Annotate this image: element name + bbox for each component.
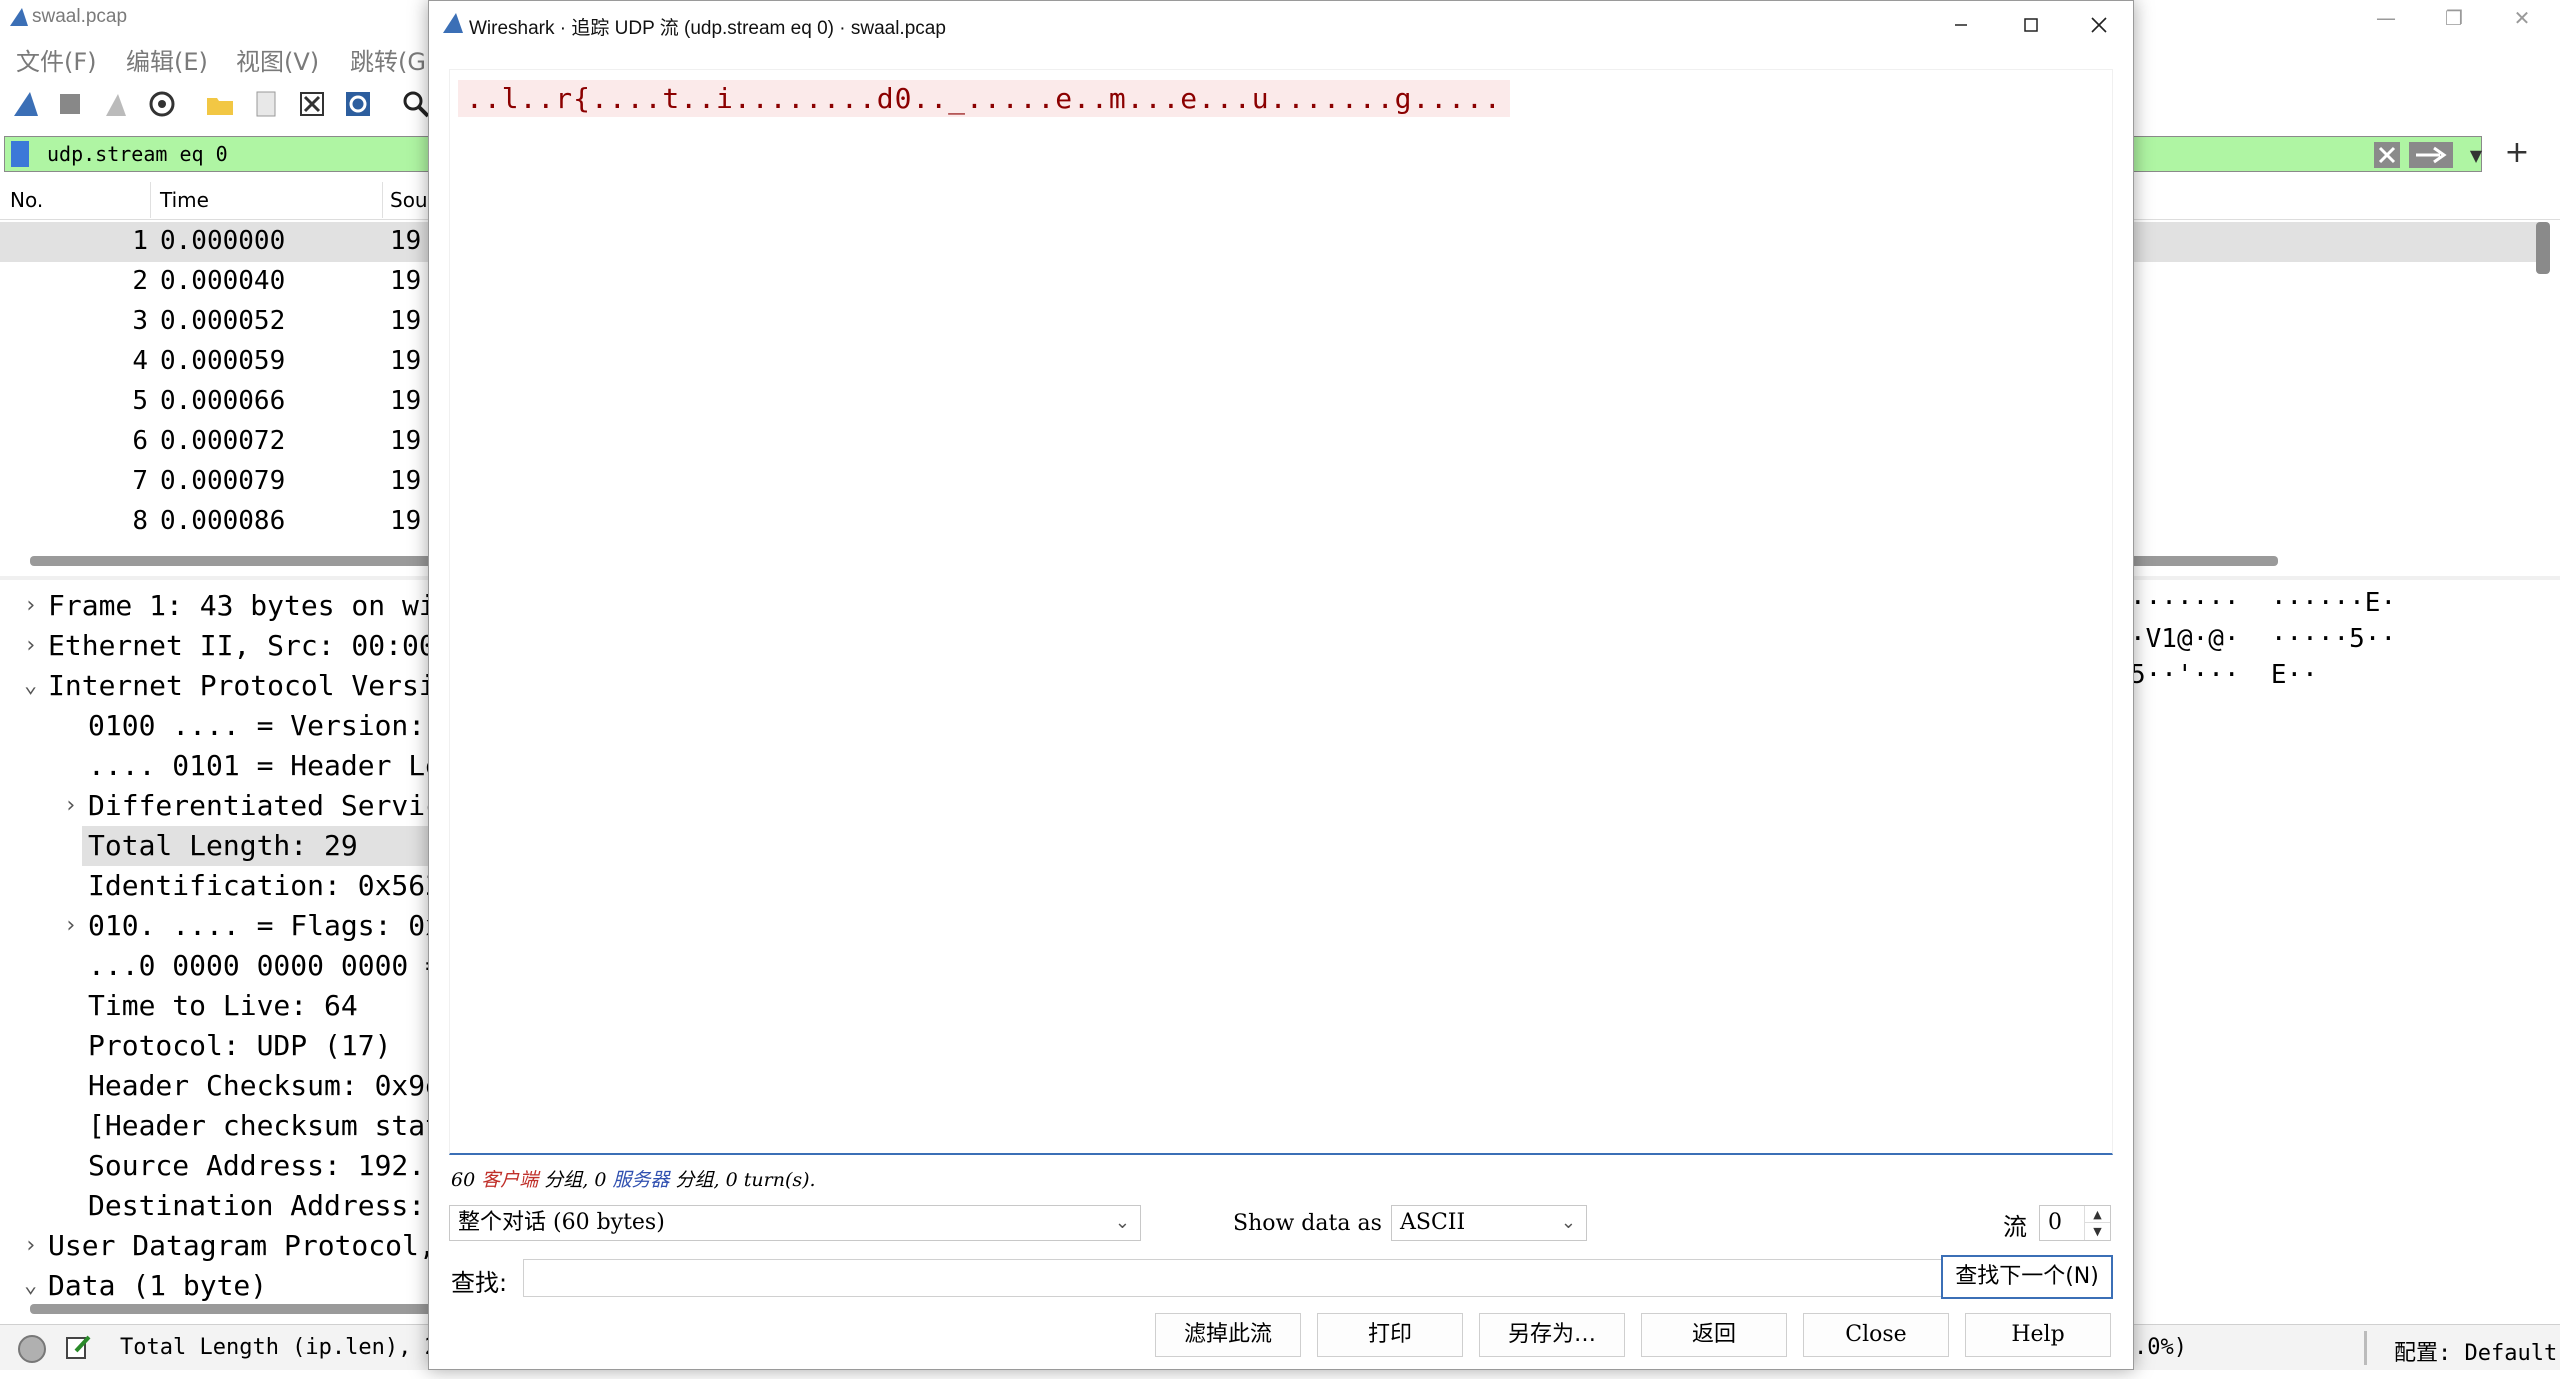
find-label: 查找:	[451, 1269, 508, 1297]
packet-list-scrollbar[interactable]	[2536, 222, 2550, 274]
menu-file[interactable]: 文件(F)	[16, 42, 97, 77]
filter-history-dropdown-icon[interactable]: ▼	[2462, 142, 2490, 170]
packet-bytes-pane: ······· ······E· ·V1@·@· ·····5·· 5··'··…	[2130, 584, 2560, 1324]
details-hscrollbar[interactable]	[30, 1304, 450, 1314]
restore-icon[interactable]: ❐	[2420, 0, 2488, 36]
menubar: 文件(F) 编辑(E) 视图(V) 跳转(G	[0, 38, 430, 77]
expand-icon: ›	[24, 593, 38, 618]
column-header-time[interactable]: Time	[160, 188, 209, 212]
show-data-label: Show data as	[1233, 1211, 1382, 1236]
menu-go[interactable]: 跳转(G	[350, 42, 426, 77]
tree-item-ip-ttl[interactable]: Time to Live: 64	[88, 986, 358, 1026]
tree-item-ip-id[interactable]: Identification: 0x563	[88, 866, 442, 906]
tree-item-ip-dsfield[interactable]: › Differentiated Servic	[64, 786, 442, 826]
tree-item-udp[interactable]: › User Datagram Protocol,	[24, 1226, 436, 1266]
start-capture-icon[interactable]	[10, 88, 42, 120]
tree-item-ip-src[interactable]: Source Address: 192.1	[88, 1146, 442, 1186]
clear-filter-icon[interactable]	[2372, 140, 2402, 170]
save-as-button[interactable]: 另存为…	[1479, 1313, 1625, 1357]
minimize-icon[interactable]: —	[2352, 0, 2420, 36]
save-file-icon[interactable]	[250, 88, 282, 120]
print-button[interactable]: 打印	[1317, 1313, 1463, 1357]
conversation-select[interactable]: 整个对话 (60 bytes) ⌄	[449, 1205, 1141, 1241]
main-window-title: swaal.pcap	[32, 6, 128, 27]
bookmark-icon[interactable]	[11, 141, 29, 167]
tree-item-ip-frag-offset[interactable]: ...0 0000 0000 0000 =	[88, 946, 442, 986]
show-data-as-select[interactable]: ASCII ⌄	[1391, 1205, 1587, 1241]
stream-content-view[interactable]: ..l..r{....t..i........d0.._.....e..m...…	[449, 69, 2113, 1155]
stream-summary: 60 客户端 分组, 0 服务器 分组, 0 turn(s).	[451, 1169, 816, 1191]
capture-options-icon[interactable]	[146, 88, 178, 120]
server-label: 服务器	[612, 1169, 670, 1191]
display-filter-input[interactable]: udp.stream eq 0	[47, 142, 228, 166]
status-profile[interactable]: 配置: Default	[2394, 1335, 2557, 1367]
wireshark-fin-icon	[10, 8, 28, 26]
find-next-button[interactable]: 查找下一个(N)	[1941, 1255, 2113, 1299]
wireshark-fin-icon	[443, 13, 463, 33]
stream-client-data: ..l..r{....t..i........d0.._.....e..m...…	[458, 80, 1510, 117]
expert-info-icon[interactable]	[18, 1335, 46, 1363]
capture-comment-icon[interactable]	[64, 1333, 92, 1361]
tree-item-ip-header-length[interactable]: .... 0101 = Header Le	[88, 746, 442, 786]
tree-item-ip-checksum-status[interactable]: [Header checksum stat	[88, 1106, 442, 1146]
follow-stream-dialog: Wireshark · 追踪 UDP 流 (udp.stream eq 0) ·…	[428, 0, 2134, 1370]
spin-up-icon[interactable]: ▲	[2084, 1206, 2110, 1223]
collapse-icon: ⌄	[24, 673, 38, 698]
add-filter-button-icon[interactable]: +	[2500, 136, 2534, 170]
dialog-close-icon[interactable]	[2065, 5, 2133, 45]
expand-icon: ›	[64, 793, 78, 818]
spin-down-icon[interactable]: ▼	[2084, 1223, 2110, 1240]
menu-view[interactable]: 视图(V)	[236, 42, 319, 77]
open-file-icon[interactable]	[204, 88, 236, 120]
dialog-title: Wireshark · 追踪 UDP 流 (udp.stream eq 0) ·…	[469, 18, 946, 39]
find-input[interactable]	[523, 1259, 1959, 1297]
close-button[interactable]: Close	[1803, 1313, 1949, 1357]
chevron-down-icon: ⌄	[1560, 1212, 1576, 1233]
tree-item-ip-dst[interactable]: Destination Address:	[88, 1186, 425, 1226]
packet-details-pane: › Frame 1: 43 bytes on wi › Ethernet II, S…	[0, 584, 442, 1324]
status-field-info: Total Length (ip.len), 2 b	[120, 1335, 465, 1360]
chevron-down-icon: ⌄	[1114, 1212, 1130, 1233]
bytes-row: 5··'··· E··	[2130, 660, 2318, 690]
filter-out-stream-button[interactable]: 滤掉此流	[1155, 1313, 1301, 1357]
tree-item-ip-flags[interactable]: › 010. .... = Flags: 0x	[64, 906, 442, 946]
bytes-row: ······· ······E·	[2130, 588, 2397, 618]
client-label: 客户端	[481, 1169, 539, 1191]
apply-filter-icon[interactable]	[2408, 140, 2454, 170]
expand-icon: ›	[24, 633, 38, 658]
status-percent: .0%)	[2134, 1335, 2187, 1360]
tree-item-ip-protocol[interactable]: Protocol: UDP (17)	[88, 1026, 391, 1066]
dialog-minimize-icon[interactable]	[1927, 5, 1995, 45]
bytes-row: ·V1@·@· ·····5··	[2130, 624, 2397, 654]
stream-number-spinbox[interactable]: 0 ▲ ▼	[2039, 1205, 2111, 1241]
main-toolbar	[0, 80, 430, 128]
tree-item-ip-checksum[interactable]: Header Checksum: 0x9e	[88, 1066, 442, 1106]
expand-icon: ›	[64, 913, 78, 938]
reload-icon[interactable]	[342, 88, 374, 120]
dialog-titlebar: Wireshark · 追踪 UDP 流 (udp.stream eq 0) ·…	[429, 1, 2133, 49]
close-icon[interactable]: ✕	[2488, 0, 2556, 36]
dialog-maximize-icon[interactable]	[1997, 5, 2065, 45]
column-header-source[interactable]: Sou	[390, 188, 428, 212]
help-button[interactable]: Help	[1965, 1313, 2111, 1357]
expand-icon: ›	[24, 1233, 38, 1258]
stop-capture-icon[interactable]	[54, 88, 86, 120]
tree-item-frame[interactable]: › Frame 1: 43 bytes on wi	[24, 586, 436, 626]
tree-item-ip[interactable]: ⌄ Internet Protocol Versi	[24, 666, 436, 706]
tree-item-ip-total-length[interactable]: Total Length: 29	[88, 826, 358, 866]
close-file-icon[interactable]	[296, 88, 328, 120]
collapse-icon: ⌄	[24, 1273, 38, 1298]
back-button[interactable]: 返回	[1641, 1313, 1787, 1357]
tree-item-data[interactable]: ⌄ Data (1 byte)	[24, 1266, 267, 1306]
restart-capture-icon[interactable]	[100, 88, 132, 120]
stream-number-label: 流	[2003, 1213, 2027, 1241]
column-header-no[interactable]: No.	[10, 188, 43, 212]
tree-item-ethernet[interactable]: › Ethernet II, Src: 00:00	[24, 626, 436, 666]
menu-edit[interactable]: 编辑(E)	[126, 42, 208, 77]
tree-item-ip-version[interactable]: 0100 .... = Version:	[88, 706, 425, 746]
